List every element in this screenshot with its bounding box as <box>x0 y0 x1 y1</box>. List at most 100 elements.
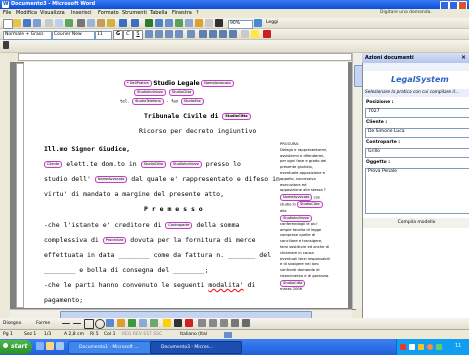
help-icon[interactable] <box>254 19 262 27</box>
tray-antivirus-icon[interactable] <box>400 344 406 350</box>
horizontal-ruler[interactable] <box>18 53 352 61</box>
line-style-icon[interactable] <box>198 319 206 327</box>
start-button[interactable]: start <box>0 340 32 354</box>
arrow-style-icon[interactable] <box>220 319 228 327</box>
position-select[interactable]: 7027 <box>365 108 469 118</box>
insert-table-icon[interactable] <box>165 19 173 27</box>
tray-app-icon[interactable] <box>427 344 433 350</box>
status-page: Pg 1 <box>3 332 13 337</box>
vertical-scrollbar[interactable] <box>352 53 363 309</box>
line-color-icon[interactable] <box>174 319 182 327</box>
format-painter-icon[interactable] <box>107 19 115 27</box>
draw-menu[interactable]: Disegno <box>3 321 21 326</box>
hyperlink-icon[interactable] <box>145 19 153 27</box>
close-pane-icon[interactable]: × <box>461 54 466 61</box>
tray-update-icon[interactable] <box>436 344 442 350</box>
subject-field[interactable]: Prova Penale <box>365 168 469 214</box>
tables-borders-icon[interactable] <box>155 19 163 27</box>
clipart-icon[interactable] <box>139 319 147 327</box>
align-right-icon[interactable] <box>165 30 173 38</box>
horizontal-scrollbar[interactable] <box>10 309 352 319</box>
menu-formato[interactable]: Formato <box>98 10 119 16</box>
new-document-icon[interactable] <box>3 19 13 29</box>
oval-icon[interactable] <box>95 319 105 329</box>
document-map-icon[interactable] <box>205 19 213 27</box>
font-color-icon[interactable] <box>263 30 271 38</box>
p8b-text: modalita' <box>208 281 244 289</box>
undo-icon[interactable] <box>119 19 127 27</box>
line-icon[interactable] <box>62 323 70 324</box>
fill-color-icon[interactable] <box>163 319 171 327</box>
decrease-indent-icon[interactable] <box>219 30 227 38</box>
redo-icon[interactable] <box>131 19 139 27</box>
taskbar-item-documento3[interactable]: Documento3 - Micros... <box>150 341 242 354</box>
cut-icon[interactable] <box>77 19 85 27</box>
drawing-icon[interactable] <box>195 19 203 27</box>
3d-icon[interactable] <box>242 319 250 327</box>
increase-indent-icon[interactable] <box>229 30 237 38</box>
tray-volume-icon[interactable] <box>418 344 424 350</box>
vertical-ruler[interactable] <box>16 63 24 308</box>
line-spacing-icon[interactable] <box>187 30 195 38</box>
bold-icon[interactable]: G <box>113 30 123 40</box>
font-size-select[interactable]: 11 <box>95 31 112 40</box>
style-select[interactable]: Normale + Grass <box>3 31 52 40</box>
bullets-icon[interactable] <box>209 30 217 38</box>
save-icon[interactable] <box>23 19 31 27</box>
document-page[interactable]: * DellPratica Studio Legale NomeAvvocato… <box>24 62 348 308</box>
font-color-draw-icon[interactable] <box>185 319 193 327</box>
menu-modifica[interactable]: Modifica <box>16 10 37 16</box>
menu-visualizza[interactable]: Visualizza <box>40 10 65 16</box>
shadow-icon[interactable] <box>231 319 239 327</box>
menu-finestra[interactable]: Finestra <box>172 10 192 16</box>
align-center-icon[interactable] <box>155 30 163 38</box>
help-question-box[interactable]: Digitare una domanda. <box>380 10 432 15</box>
italic-icon[interactable]: C <box>123 30 133 40</box>
picture-icon[interactable] <box>150 319 158 327</box>
print-icon[interactable] <box>45 19 53 27</box>
columns-icon[interactable] <box>185 19 193 27</box>
menu-strumenti[interactable]: Strumenti <box>122 10 147 16</box>
copy-icon[interactable] <box>87 19 95 27</box>
rectangle-icon[interactable] <box>84 319 94 329</box>
underline-icon[interactable]: S <box>133 30 143 40</box>
counterparty-field[interactable]: Grillo <box>365 148 469 158</box>
menu-inserisci[interactable]: Inserisci <box>71 10 92 16</box>
highlight-icon[interactable] <box>251 30 259 38</box>
autoshapes-menu[interactable]: Forme <box>36 321 50 326</box>
dash-style-icon[interactable] <box>209 319 217 327</box>
justify-icon[interactable] <box>175 30 183 38</box>
textbox-icon[interactable] <box>106 319 114 327</box>
quicklaunch-media-icon[interactable] <box>56 342 64 350</box>
zoom-select[interactable]: 90% <box>228 20 253 29</box>
tray-network-icon[interactable] <box>409 344 415 350</box>
open-icon[interactable] <box>13 19 21 27</box>
menu-tabella[interactable]: Tabella <box>150 10 167 16</box>
align-left-icon[interactable] <box>145 30 153 38</box>
menu-file[interactable]: File <box>3 10 11 16</box>
permission-icon[interactable] <box>33 19 41 27</box>
paste-icon[interactable] <box>97 19 105 27</box>
font-select[interactable]: Courier New <box>52 31 95 40</box>
numbering-icon[interactable] <box>199 30 207 38</box>
spelling-icon[interactable] <box>65 19 73 27</box>
menu-help[interactable]: ? <box>196 10 199 16</box>
insert-excel-icon[interactable] <box>175 19 183 27</box>
spelling-status-icon[interactable] <box>224 332 232 338</box>
show-hide-icon[interactable] <box>215 19 223 27</box>
borders-icon[interactable] <box>241 30 249 38</box>
read-button[interactable]: Leggi <box>266 20 278 25</box>
quicklaunch-ie-icon[interactable] <box>36 342 44 350</box>
windows-logo-icon <box>3 343 8 348</box>
p6a-text: effettuata in data <box>44 251 115 259</box>
taskbar-item-documento1[interactable]: Documento1 - Microsoft ... <box>68 341 160 354</box>
tab-selector-icon[interactable] <box>3 41 9 49</box>
print-preview-icon[interactable] <box>55 19 63 27</box>
arrow-icon[interactable] <box>73 323 81 324</box>
quicklaunch-desktop-icon[interactable] <box>46 342 54 350</box>
wordart-icon[interactable] <box>117 319 125 327</box>
client-field[interactable]: De Simone Luca <box>365 128 469 138</box>
fill-template-button[interactable]: Compila modello <box>363 218 469 228</box>
p6c-text: del <box>259 251 272 259</box>
diagram-icon[interactable] <box>128 319 136 327</box>
